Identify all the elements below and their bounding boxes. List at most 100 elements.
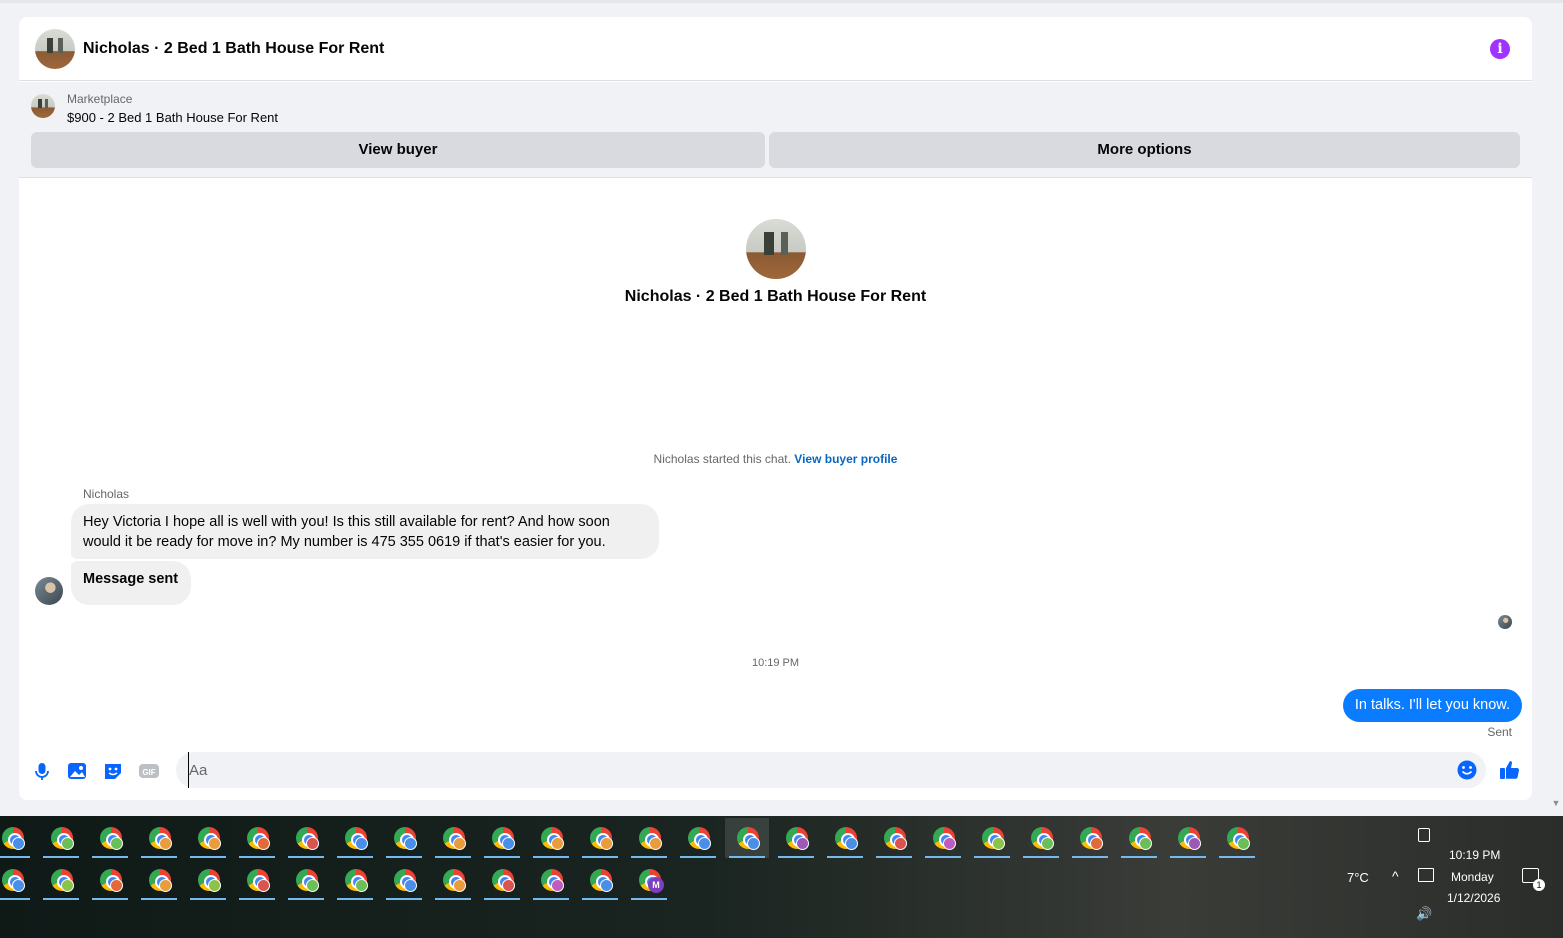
running-indicator <box>141 898 177 900</box>
chrome-icon[interactable] <box>431 860 475 900</box>
running-indicator <box>533 856 569 858</box>
chrome-icon[interactable] <box>1068 818 1112 858</box>
chrome-icon[interactable] <box>1215 818 1259 858</box>
chrome-icon[interactable] <box>431 818 475 858</box>
clock-day[interactable]: Monday <box>1451 870 1494 884</box>
chat-title[interactable]: Nicholas · 2 Bed 1 Bath House For Rent <box>83 40 384 58</box>
view-buyer-profile-link[interactable]: View buyer profile <box>794 452 897 466</box>
chrome-icon[interactable] <box>627 818 671 858</box>
outgoing-message[interactable]: In talks. I'll let you know. <box>1342 689 1522 722</box>
network-icon[interactable] <box>1418 868 1434 882</box>
running-indicator <box>1219 856 1255 858</box>
profile-badge-icon <box>306 837 319 850</box>
running-indicator <box>876 856 912 858</box>
chrome-icon[interactable] <box>284 818 328 858</box>
more-options-button[interactable]: More options <box>769 132 1520 168</box>
running-indicator <box>1072 856 1108 858</box>
message-input[interactable] <box>188 752 1448 788</box>
chrome-icon[interactable] <box>529 860 573 900</box>
view-buyer-button[interactable]: View buyer <box>31 132 765 168</box>
chrome-icon[interactable] <box>382 818 426 858</box>
microphone-icon[interactable] <box>31 760 53 782</box>
running-indicator <box>1121 856 1157 858</box>
incoming-message[interactable]: Hey Victoria I hope all is well with you… <box>71 504 659 559</box>
meet-now-icon[interactable] <box>1418 828 1430 842</box>
show-hidden-icons-chevron-icon[interactable]: ^ <box>1392 868 1399 884</box>
sender-avatar[interactable] <box>35 577 63 605</box>
profile-badge-icon <box>306 879 319 892</box>
chrome-icon[interactable] <box>578 860 622 900</box>
listing-thumbnail[interactable] <box>31 94 55 118</box>
profile-badge-icon <box>159 879 172 892</box>
chrome-icon[interactable] <box>382 860 426 900</box>
clock-date[interactable]: 1/12/2026 <box>1447 891 1500 905</box>
chrome-icon[interactable] <box>333 818 377 858</box>
profile-badge-icon <box>12 837 25 850</box>
profile-badge-icon <box>1041 837 1054 850</box>
chrome-icon[interactable] <box>872 818 916 858</box>
running-indicator <box>141 856 177 858</box>
chrome-icon[interactable] <box>676 818 720 858</box>
chrome-icon[interactable] <box>725 818 769 858</box>
emoji-icon[interactable] <box>1456 759 1478 781</box>
running-indicator <box>1170 856 1206 858</box>
weather-temperature[interactable]: 7°C <box>1347 870 1369 885</box>
chrome-icon[interactable] <box>186 860 230 900</box>
running-indicator <box>43 856 79 858</box>
chrome-icon[interactable] <box>0 860 34 900</box>
gif-icon[interactable]: GIF <box>138 760 160 782</box>
chrome-icon[interactable] <box>39 860 83 900</box>
sticker-icon[interactable] <box>102 760 124 782</box>
chrome-icon[interactable] <box>921 818 965 858</box>
chrome-icon[interactable] <box>480 860 524 900</box>
chrome-icon[interactable] <box>578 818 622 858</box>
chat-panel: Nicholas · 2 Bed 1 Bath House For Rent i… <box>19 17 1532 800</box>
chrome-icon[interactable] <box>529 818 573 858</box>
gif-label: GIF <box>142 768 155 777</box>
chrome-icon[interactable] <box>235 818 279 858</box>
chrome-icon[interactable] <box>137 818 181 858</box>
chrome-icon[interactable] <box>774 818 818 858</box>
profile-badge-icon <box>1237 837 1250 850</box>
chrome-icon[interactable] <box>88 818 132 858</box>
chrome-icon[interactable] <box>333 860 377 900</box>
clock-time[interactable]: 10:19 PM <box>1449 848 1500 862</box>
chrome-icon[interactable] <box>823 818 867 858</box>
chrome-icon[interactable] <box>39 818 83 858</box>
running-indicator <box>484 856 520 858</box>
profile-badge-icon <box>257 879 270 892</box>
intro-avatar[interactable] <box>746 219 806 279</box>
chrome-icon[interactable] <box>1019 818 1063 858</box>
chrome-icon[interactable] <box>480 818 524 858</box>
notification-count-badge: 1 <box>1533 879 1545 891</box>
chrome-icon[interactable] <box>235 860 279 900</box>
profile-badge-icon <box>404 837 417 850</box>
chrome-icon[interactable] <box>137 860 181 900</box>
chrome-icon[interactable] <box>88 860 132 900</box>
chrome-icon[interactable] <box>1166 818 1210 858</box>
chrome-icon[interactable] <box>284 860 328 900</box>
marketplace-label: Marketplace <box>67 92 133 106</box>
scroll-down-arrow-icon[interactable]: ▼ <box>1551 799 1561 808</box>
running-indicator <box>386 898 422 900</box>
profile-badge-icon <box>453 879 466 892</box>
info-icon[interactable]: i <box>1490 39 1510 59</box>
chrome-icon[interactable]: M <box>627 860 671 900</box>
chrome-icon[interactable] <box>1117 818 1161 858</box>
chat-started-notice: Nicholas started this chat. View buyer p… <box>19 452 1532 466</box>
chrome-icon[interactable] <box>970 818 1014 858</box>
thumbs-up-icon[interactable] <box>1498 758 1522 782</box>
listing-title[interactable]: $900 - 2 Bed 1 Bath House For Rent <box>67 110 278 125</box>
listing-avatar[interactable] <box>35 29 75 69</box>
profile-badge-icon <box>502 837 515 850</box>
profile-badge-icon <box>110 879 123 892</box>
profile-badge-icon <box>747 837 760 850</box>
volume-icon[interactable]: 🔊 <box>1416 906 1432 922</box>
photo-icon[interactable] <box>66 760 88 782</box>
top-divider <box>0 0 1563 3</box>
chrome-icon[interactable] <box>0 818 34 858</box>
chrome-icon[interactable] <box>186 818 230 858</box>
profile-badge-icon <box>453 837 466 850</box>
incoming-message[interactable]: Message sent <box>71 561 191 605</box>
running-indicator <box>337 898 373 900</box>
